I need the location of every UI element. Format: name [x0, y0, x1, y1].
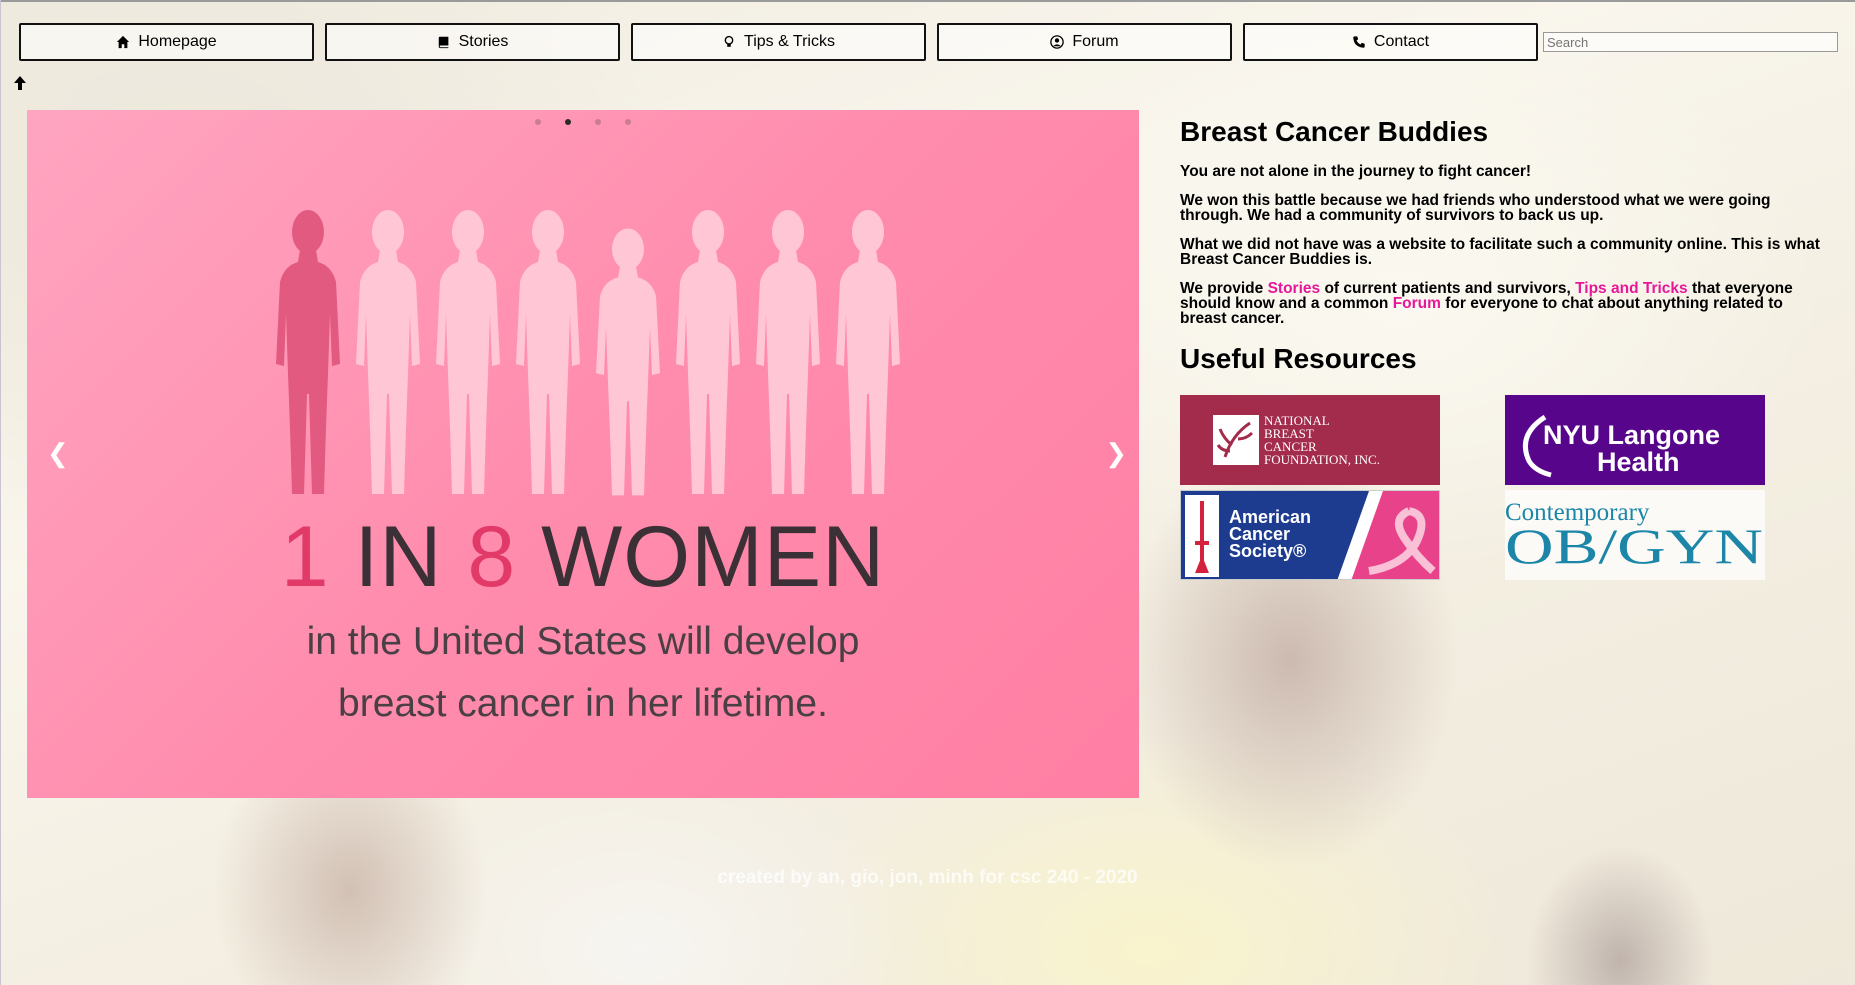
contemporary-obgyn-logo-link[interactable]: Contemporary OB/GYN — [1505, 490, 1765, 580]
intro-paragraph-2: We won this battle because we had friend… — [1180, 192, 1771, 224]
intro-paragraph-4: We provide Stories of current patients a… — [1180, 281, 1830, 327]
acs-logo-link[interactable]: American Cancer Society® — [1180, 490, 1440, 580]
headline-women: WOMEN — [516, 509, 886, 605]
nav-stories-button[interactable]: Stories — [325, 23, 620, 61]
woman-figure-highlighted — [276, 210, 340, 494]
carousel-dot[interactable] — [595, 119, 601, 125]
user-circle-icon — [1050, 35, 1065, 49]
woman-figure — [836, 210, 900, 494]
woman-figure — [356, 210, 420, 494]
arrow-up-icon[interactable] — [12, 75, 28, 91]
acs-line-3: Society® — [1229, 541, 1306, 561]
nbcf-logo: NATIONAL BREAST CANCER FOUNDATION, INC. — [1213, 413, 1380, 467]
woman-figure — [756, 210, 820, 494]
home-icon — [117, 35, 130, 49]
nyu-langone-logo: NYU Langone Health — [1523, 414, 1720, 478]
nav-forum-button[interactable]: Forum — [937, 23, 1232, 61]
forum-link[interactable]: Forum — [1393, 295, 1441, 312]
carousel-dot-active[interactable] — [565, 119, 571, 125]
woman-figure — [676, 210, 740, 494]
image-carousel: ❮ ❯ 1 IN 8 WOMEN in the United States wi… — [27, 110, 1139, 798]
carousel-prev-button[interactable]: ❮ — [47, 438, 69, 469]
nbcf-line-4: FOUNDATION, INC. — [1264, 452, 1380, 467]
slide-subline-1: in the United States will develop — [306, 620, 860, 663]
lightbulb-icon — [724, 35, 734, 47]
acs-logo: American Cancer Society® — [1181, 491, 1439, 579]
woman-figure — [436, 210, 500, 494]
headline-number-1: 1 — [280, 509, 330, 605]
headline-number-8: 8 — [467, 509, 517, 605]
slide-headline: 1 IN 8 WOMEN — [27, 508, 1139, 607]
obgyn-line-2: OB/GYN — [1505, 518, 1763, 574]
woman-figure — [516, 210, 580, 494]
left-border — [0, 0, 1, 985]
women-figures-graphic — [276, 210, 900, 496]
top-border — [0, 0, 1855, 2]
nyu-line-2: Health — [1597, 447, 1680, 477]
nyu-line-1: NYU Langone — [1543, 420, 1720, 450]
book-icon — [438, 36, 448, 49]
resources-title: Useful Resources — [1180, 343, 1417, 374]
carousel-indicators — [535, 119, 631, 125]
footer-credits: created by an, gio, jon, minh for csc 24… — [717, 867, 1138, 888]
phone-icon — [1353, 36, 1365, 48]
contemporary-obgyn-logo: Contemporary OB/GYN — [1505, 499, 1763, 574]
search-input[interactable] — [1543, 32, 1838, 52]
nav-forum-label: Forum — [1072, 33, 1119, 50]
carousel-dot[interactable] — [625, 119, 631, 125]
nav-contact-label: Contact — [1373, 33, 1430, 50]
slide-subline-2: breast cancer in her lifetime. — [338, 682, 828, 725]
headline-in: IN — [329, 509, 468, 605]
nav-stories-label: Stories — [458, 33, 509, 50]
nyu-langone-logo-link[interactable]: NYU Langone Health — [1505, 395, 1765, 485]
site-title: Breast Cancer Buddies — [1180, 116, 1489, 147]
nav-homepage-label: Homepage — [138, 33, 217, 50]
carousel-next-button[interactable]: ❯ — [1105, 438, 1127, 469]
nbcf-logo-link[interactable]: NATIONAL BREAST CANCER FOUNDATION, INC. — [1180, 395, 1440, 485]
carousel-dot[interactable] — [535, 119, 541, 125]
nav-homepage-button[interactable]: Homepage — [19, 23, 314, 61]
nav-contact-button[interactable]: Contact — [1243, 23, 1538, 61]
about-section: Breast Cancer Buddies You are not alone … — [1180, 116, 1830, 393]
main-nav: Homepage Stories Tips & Tricks Forum Con… — [19, 23, 1538, 61]
intro-paragraph-1: You are not alone in the journey to figh… — [1180, 163, 1532, 180]
woman-figure — [596, 228, 660, 496]
nav-tips-button[interactable]: Tips & Tricks — [631, 23, 926, 61]
intro-paragraph-3: What we did not have was a website to fa… — [1180, 236, 1820, 268]
nav-tips-label: Tips & Tricks — [744, 33, 835, 50]
